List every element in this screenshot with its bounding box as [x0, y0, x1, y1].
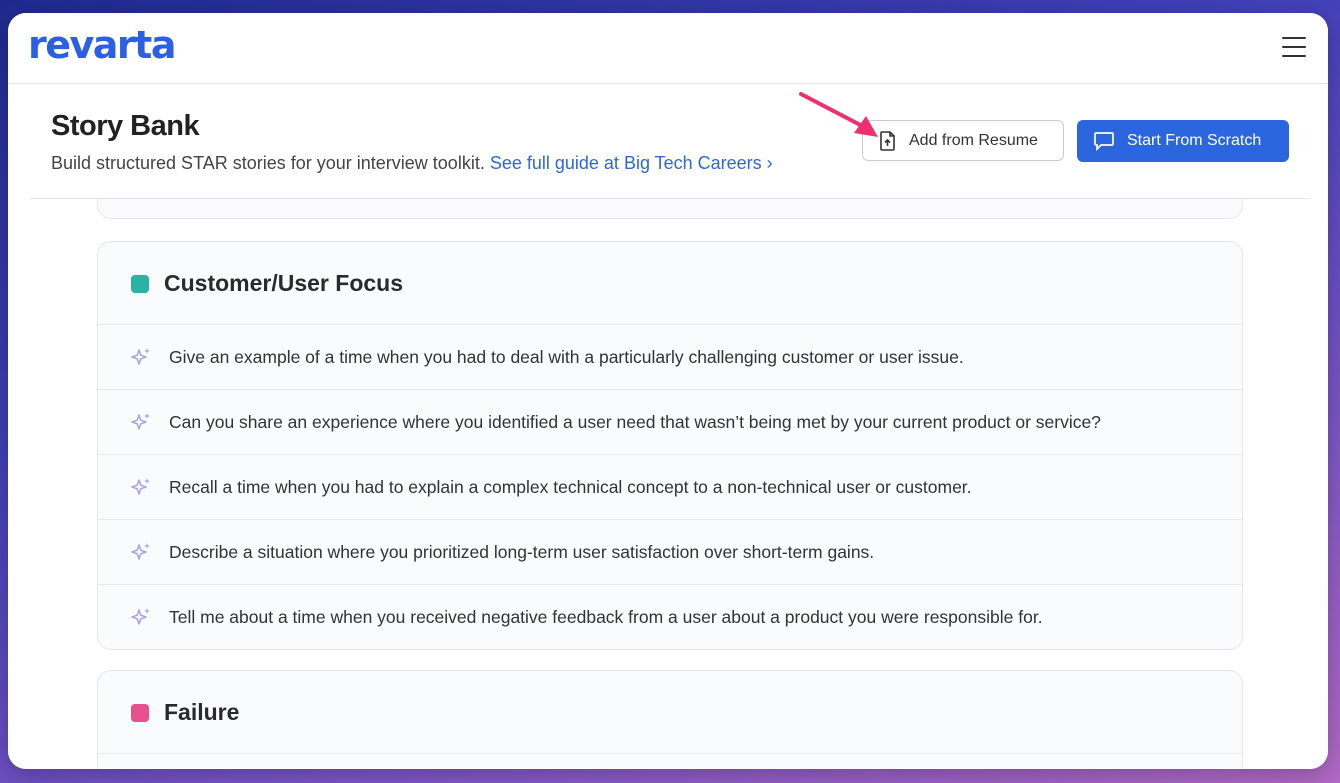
question-row[interactable]: Recall a time when you had to explain a …: [98, 455, 1242, 520]
category-title: Failure: [164, 699, 240, 725]
category-header[interactable]: Customer/User Focus: [98, 242, 1242, 325]
add-from-resume-label: Add from Resume: [909, 131, 1038, 149]
start-from-scratch-label: Start From Scratch: [1127, 132, 1262, 149]
question-text: Tell me about a time when you received n…: [169, 607, 1043, 627]
sparkle-icon: [130, 541, 152, 568]
story-bank-list: Customer/User Focus Give an example of a…: [8, 199, 1328, 769]
question-row[interactable]: Can you share an experience where you id…: [98, 390, 1242, 455]
revarta-logo[interactable]: revarta: [28, 23, 176, 67]
category-title: Customer/User Focus: [164, 270, 404, 296]
category-header[interactable]: Failure: [98, 671, 1242, 754]
sparkle-icon: [130, 476, 152, 503]
category-color-dot: [131, 704, 149, 722]
question-text: Describe a situation where you prioritiz…: [169, 542, 875, 562]
category-card-customer-user-focus: Customer/User Focus Give an example of a…: [97, 241, 1243, 650]
question-row[interactable]: Give an example of a time when you had t…: [98, 325, 1242, 390]
page-subtitle: Build structured STAR stories for your i…: [51, 153, 773, 174]
top-navigation-bar: revarta: [8, 13, 1328, 84]
question-row[interactable]: Tell me about a time when you received n…: [98, 585, 1242, 649]
page-header: Story Bank Build structured STAR stories…: [30, 84, 1310, 199]
subtitle-text: Build structured STAR stories for your i…: [51, 153, 485, 173]
page-title: Story Bank: [51, 110, 200, 142]
pointer-arrow: [799, 92, 878, 137]
question-row[interactable]: Describe a situation where you prioritiz…: [98, 520, 1242, 585]
start-from-scratch-button[interactable]: Start From Scratch: [1077, 120, 1289, 162]
category-color-dot: [131, 275, 149, 293]
add-from-resume-button[interactable]: Add from Resume: [862, 120, 1064, 161]
app-window: revarta Story Bank Build structured STAR…: [8, 13, 1328, 769]
question-text: Can you share an experience where you id…: [169, 412, 1101, 432]
sparkle-icon: [130, 411, 152, 438]
question-text: Recall a time when you had to explain a …: [169, 477, 972, 497]
sparkle-icon: [130, 346, 152, 373]
question-text: Give an example of a time when you had t…: [169, 347, 964, 367]
chat-bubble-icon: [1094, 132, 1114, 151]
guide-link[interactable]: See full guide at Big Tech Careers ›: [490, 153, 773, 173]
hamburger-menu-icon[interactable]: [1282, 37, 1308, 59]
category-card-failure: Failure: [97, 670, 1243, 769]
previous-category-card: [97, 199, 1243, 219]
sparkle-icon: [130, 606, 152, 633]
